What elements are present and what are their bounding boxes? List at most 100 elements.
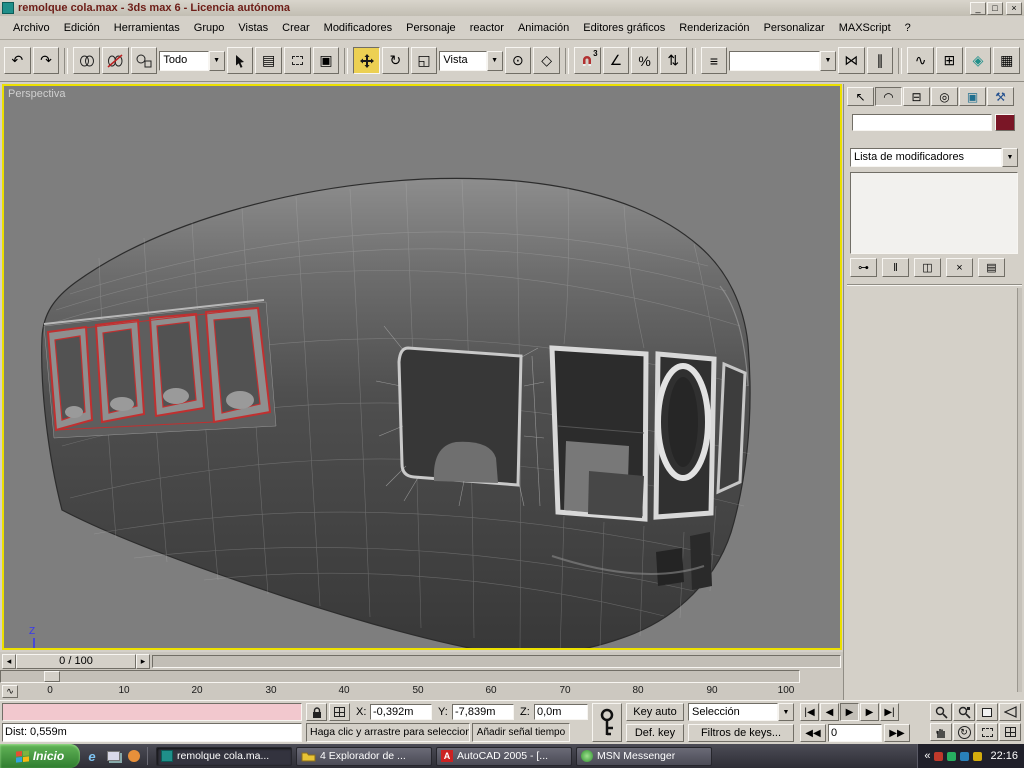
select-move-button[interactable] bbox=[353, 47, 380, 74]
goto-start-button[interactable]: |◀ bbox=[800, 703, 819, 721]
link-button[interactable] bbox=[73, 47, 100, 74]
menu-item[interactable]: MAXScript bbox=[832, 19, 898, 37]
x-coordinate-field[interactable] bbox=[370, 704, 432, 720]
menu-item[interactable]: Edición bbox=[57, 19, 107, 37]
perspective-viewport[interactable]: Z X y bbox=[2, 84, 842, 650]
align-button[interactable]: ∥ bbox=[867, 47, 894, 74]
y-coordinate-field[interactable] bbox=[452, 704, 514, 720]
tab-create[interactable]: ↖ bbox=[847, 87, 874, 106]
key-filters-button[interactable]: Filtros de keys... bbox=[688, 724, 794, 742]
tab-display[interactable]: ▣ bbox=[959, 87, 986, 106]
menu-item[interactable]: Personaje bbox=[399, 19, 463, 37]
percent-snap-button[interactable]: % bbox=[631, 47, 658, 74]
tray-icon-messenger[interactable] bbox=[947, 752, 956, 761]
undo-button[interactable]: ↶ bbox=[4, 47, 31, 74]
tray-icon-network[interactable] bbox=[960, 752, 969, 761]
select-rotate-button[interactable]: ↻ bbox=[382, 47, 409, 74]
add-time-tag[interactable]: Añadir señal tiempo bbox=[472, 723, 570, 742]
menu-item[interactable]: reactor bbox=[463, 19, 511, 37]
modifier-stack-list[interactable] bbox=[850, 172, 1018, 254]
angle-snap-button[interactable]: ∠ bbox=[603, 47, 630, 74]
selection-set-dropdown[interactable]: Selección ▼ bbox=[688, 703, 794, 721]
menu-item[interactable]: Modificadores bbox=[317, 19, 399, 37]
track-bar[interactable]: ∿ 0 10 20 30 40 50 60 70 80 90 100 bbox=[0, 670, 843, 700]
time-slider-handle[interactable]: 0 / 100 bbox=[16, 654, 136, 669]
make-unique-button[interactable]: ◫ bbox=[914, 258, 941, 277]
quick-launch-desktop-icon[interactable] bbox=[104, 747, 122, 765]
taskbar-task-3dsmax[interactable]: remolque cola.ma... bbox=[156, 747, 292, 766]
current-frame-field[interactable] bbox=[828, 724, 882, 742]
modifier-list-dropdown[interactable]: Lista de modificadores ▼ bbox=[850, 148, 1018, 167]
show-end-result-button[interactable]: ‖ bbox=[882, 258, 909, 277]
arc-rotate-button[interactable]: ↻ bbox=[953, 723, 975, 741]
next-frame-button[interactable]: ▶ bbox=[860, 703, 879, 721]
selection-region-button[interactable] bbox=[284, 47, 311, 74]
field-of-view-button[interactable] bbox=[999, 703, 1021, 721]
menu-item[interactable]: Vistas bbox=[231, 19, 275, 37]
edit-named-selections-button[interactable]: ≡ bbox=[701, 47, 728, 74]
close-button[interactable]: × bbox=[1006, 2, 1022, 15]
viewport-label[interactable]: Perspectiva bbox=[8, 88, 65, 100]
spinner-snap-button[interactable]: ⇅ bbox=[660, 47, 687, 74]
pan-button[interactable] bbox=[930, 723, 952, 741]
snap-toggle-button[interactable]: 3 bbox=[574, 47, 601, 74]
selection-filter-dropdown[interactable]: Todo ▼ bbox=[159, 51, 224, 71]
window-crossing-button[interactable]: ▣ bbox=[313, 47, 340, 74]
menu-item[interactable]: Editores gráficos bbox=[576, 19, 672, 37]
zoom-all-button[interactable] bbox=[953, 703, 975, 721]
viewport-canvas[interactable]: Z X y bbox=[4, 86, 840, 648]
menu-item[interactable]: ? bbox=[898, 19, 918, 37]
menu-item[interactable]: Personalizar bbox=[757, 19, 832, 37]
tray-icon-antivirus[interactable] bbox=[934, 752, 943, 761]
lock-selection-button[interactable] bbox=[306, 703, 327, 721]
coordinate-system-dropdown[interactable]: Vista ▼ bbox=[439, 51, 502, 71]
minmax-toggle-button[interactable] bbox=[999, 723, 1021, 741]
select-manipulate-button[interactable]: ◇ bbox=[533, 47, 560, 74]
tab-modify[interactable]: ◠ bbox=[875, 87, 902, 106]
schematic-view-button[interactable]: ⊞ bbox=[936, 47, 963, 74]
tray-icon-volume[interactable] bbox=[973, 752, 982, 761]
menu-item[interactable]: Animación bbox=[511, 19, 576, 37]
def-key-button[interactable]: Def. key bbox=[626, 724, 684, 742]
taskbar-task-explorer[interactable]: 4 Explorador de ... bbox=[296, 747, 432, 766]
menu-item[interactable]: Archivo bbox=[6, 19, 57, 37]
named-selection-dropdown[interactable]: ▼ bbox=[729, 51, 836, 71]
start-button[interactable]: Inicio bbox=[0, 744, 80, 768]
tray-chevron-icon[interactable]: « bbox=[924, 750, 930, 762]
quick-launch-ie-icon[interactable]: e bbox=[83, 747, 101, 765]
tab-hierarchy[interactable]: ⊟ bbox=[903, 87, 930, 106]
object-name-field[interactable] bbox=[852, 114, 992, 131]
goto-end-button[interactable]: ▶| bbox=[880, 703, 899, 721]
select-object-button[interactable] bbox=[227, 47, 254, 74]
key-auto-button[interactable]: Key auto bbox=[626, 703, 684, 721]
status-output-line[interactable]: Dist: 0,559m bbox=[2, 723, 302, 742]
menu-item[interactable]: Renderización bbox=[672, 19, 756, 37]
region-zoom-button[interactable] bbox=[976, 723, 998, 741]
select-scale-button[interactable]: ◱ bbox=[411, 47, 438, 74]
select-by-name-button[interactable]: ▤ bbox=[255, 47, 282, 74]
maximize-button[interactable]: □ bbox=[987, 2, 1003, 15]
prev-frame-button[interactable]: ◀ bbox=[820, 703, 839, 721]
panel-scrollbar[interactable] bbox=[1017, 288, 1022, 692]
play-button[interactable]: ▶ bbox=[840, 703, 859, 721]
material-editor-button[interactable]: ◈ bbox=[965, 47, 992, 74]
current-frame-marker[interactable] bbox=[44, 671, 60, 682]
bind-spacewarp-button[interactable] bbox=[131, 47, 158, 74]
prev-key-button[interactable]: ◀◀ bbox=[800, 724, 826, 742]
tab-utilities[interactable]: ⚒ bbox=[987, 87, 1014, 106]
title-bar[interactable]: remolque cola.max - 3ds max 6 - Licencia… bbox=[0, 0, 1024, 16]
track-bar-groove[interactable] bbox=[0, 670, 800, 683]
remove-modifier-button[interactable]: × bbox=[946, 258, 973, 277]
configure-modifier-sets-button[interactable]: ▤ bbox=[978, 258, 1005, 277]
pin-stack-button[interactable]: ⊶ bbox=[850, 258, 877, 277]
mini-curve-editor-button[interactable]: ∿ bbox=[2, 685, 18, 698]
menu-item[interactable]: Crear bbox=[275, 19, 317, 37]
time-slider-prev-button[interactable]: ◂ bbox=[2, 654, 16, 669]
redo-button[interactable]: ↷ bbox=[33, 47, 60, 74]
menu-item[interactable]: Herramientas bbox=[107, 19, 187, 37]
absolute-offset-toggle[interactable] bbox=[329, 703, 350, 721]
zoom-extents-button[interactable] bbox=[976, 703, 998, 721]
mirror-button[interactable]: ⋈ bbox=[838, 47, 865, 74]
set-key-button[interactable] bbox=[592, 703, 622, 742]
taskbar-task-autocad[interactable]: A AutoCAD 2005 - [... bbox=[436, 747, 572, 766]
